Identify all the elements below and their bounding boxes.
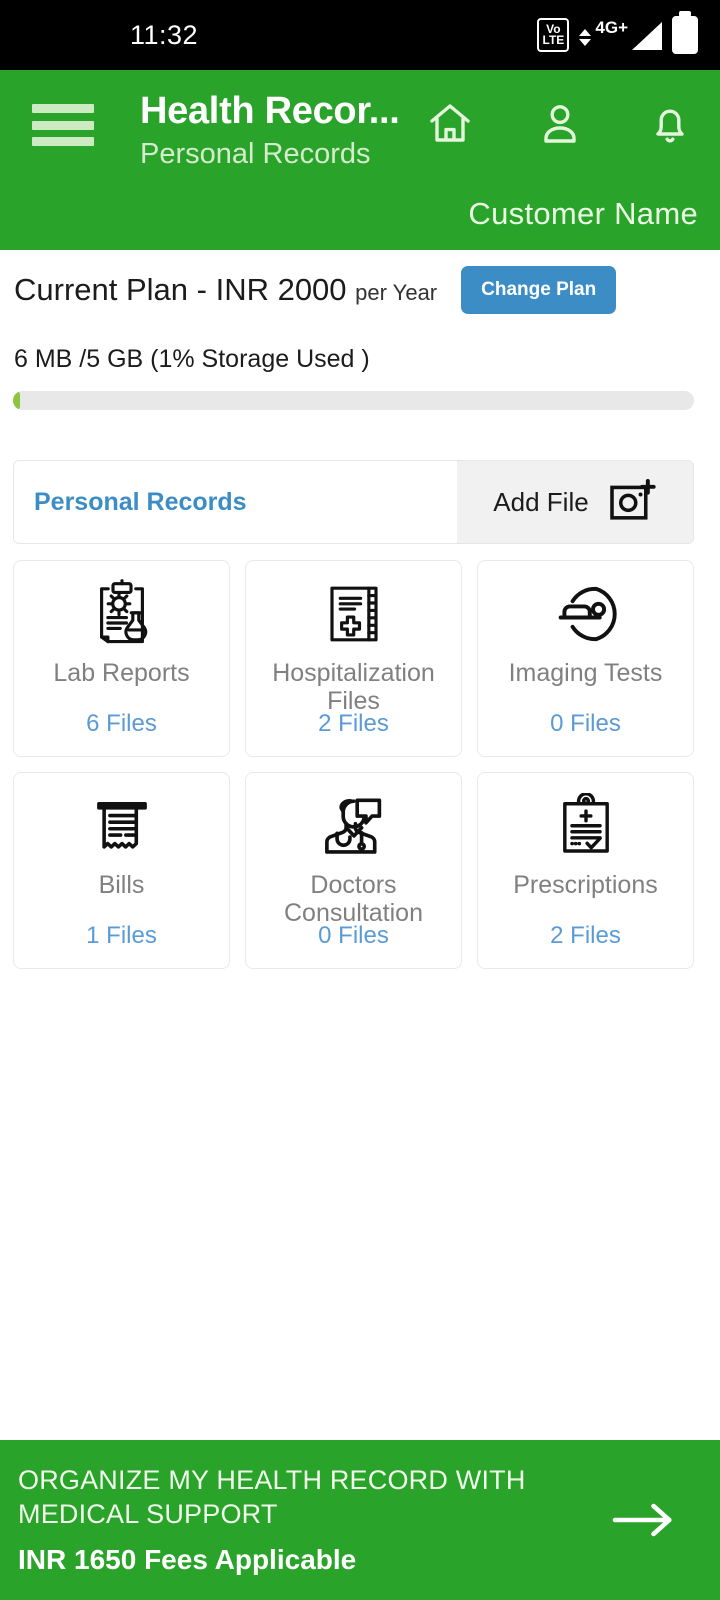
hamburger-bar (32, 120, 94, 130)
category-label: Bills (98, 871, 145, 899)
imaging-scanner-icon (551, 577, 621, 651)
hamburger-menu-icon[interactable] (32, 104, 94, 146)
hamburger-bar (32, 104, 94, 113)
storage-progress-fill (13, 391, 20, 410)
volte-icon-bottom: LTE (542, 33, 565, 47)
status-bar-clock: 11:32 (130, 19, 199, 50)
category-file-count: 2 Files (318, 710, 389, 737)
app-header: Health Recor... Personal Records Custome… (0, 70, 720, 250)
signal-bars-icon (628, 20, 662, 50)
tab-personal-records[interactable]: Personal Records (14, 461, 457, 543)
page-subtitle: Personal Records (140, 137, 371, 170)
category-file-count: 1 Files (86, 922, 157, 949)
plan-period: per Year (355, 280, 438, 305)
signal-icon: 4G+ (579, 18, 662, 50)
status-bar-icons: Vo LTE 4G+ (537, 16, 698, 54)
prescription-icon (553, 789, 619, 863)
category-file-count: 6 Files (86, 710, 157, 737)
current-plan-label: Current Plan - INR 2000 per Year (14, 272, 437, 308)
promo-banner-fee: INR 1650 Fees Applicable (18, 1543, 357, 1575)
data-transfer-arrows-icon (579, 29, 592, 46)
storage-usage-label: 6 MB /5 GB (1% Storage Used ) (14, 345, 370, 373)
camera-add-icon (607, 477, 657, 527)
category-file-count: 0 Files (550, 710, 621, 737)
arrow-up-icon (579, 29, 592, 36)
category-card-lab-reports[interactable]: Lab Reports 6 Files (13, 560, 230, 757)
battery-icon (672, 16, 698, 54)
category-label: Hospitalization Files (272, 659, 435, 715)
add-file-label: Add File (493, 486, 589, 517)
plan-amount: Current Plan - INR 2000 (14, 272, 347, 307)
records-tab-bar: Personal Records Add File (13, 460, 694, 544)
category-card-imaging-tests[interactable]: Imaging Tests 0 Files (477, 560, 694, 757)
current-plan-row: Current Plan - INR 2000 per Year Change … (0, 255, 720, 325)
category-label: Imaging Tests (508, 659, 663, 687)
category-file-count: 0 Files (318, 922, 389, 949)
promo-banner-headline: ORGANIZE MY HEALTH RECORD WITH MEDICAL S… (18, 1465, 526, 1529)
promo-banner[interactable]: ORGANIZE MY HEALTH RECORD WITH MEDICAL S… (0, 1440, 720, 1600)
page-title: Health Recor... (140, 90, 400, 132)
category-card-hospitalization-files[interactable]: Hospitalization Files 2 Files (245, 560, 462, 757)
network-type-label: 4G+ (595, 18, 628, 37)
category-label: Doctors Consultation (284, 871, 423, 927)
doctor-consultation-icon (319, 789, 389, 863)
lab-report-icon (86, 577, 158, 651)
storage-progress-bar (13, 391, 694, 410)
category-label: Prescriptions (513, 871, 658, 899)
category-label: Lab Reports (53, 659, 190, 687)
bill-receipt-icon (89, 789, 155, 863)
arrow-down-icon (579, 39, 592, 46)
header-action-icons (426, 100, 694, 148)
add-file-button[interactable]: Add File (457, 461, 693, 543)
change-plan-button[interactable]: Change Plan (461, 266, 617, 314)
hamburger-bar (32, 137, 94, 146)
home-icon[interactable] (426, 100, 474, 148)
arrow-right-icon[interactable] (608, 1498, 678, 1542)
category-card-prescriptions[interactable]: Prescriptions 2 Files (477, 772, 694, 969)
category-file-count: 2 Files (550, 922, 621, 949)
app-root: 11:32 Vo LTE 4G+ Health Recor... Persona… (0, 0, 720, 1600)
user-name-label: Customer Name (468, 196, 698, 231)
category-card-bills[interactable]: Bills 1 Files (13, 772, 230, 969)
record-category-grid: Lab Reports 6 Files Hospitalization File… (13, 560, 694, 969)
promo-banner-text: ORGANIZE MY HEALTH RECORD WITH MEDICAL S… (18, 1464, 608, 1576)
category-card-doctors-consultation[interactable]: Doctors Consultation 0 Files (245, 772, 462, 969)
status-bar: 11:32 Vo LTE 4G+ (0, 0, 720, 70)
header-title-block: Health Recor... Personal Records (140, 90, 400, 171)
hospitalization-icon (321, 577, 387, 651)
notification-bell-icon[interactable] (646, 100, 694, 148)
profile-icon[interactable] (536, 100, 584, 148)
volte-icon: Vo LTE (537, 18, 570, 52)
